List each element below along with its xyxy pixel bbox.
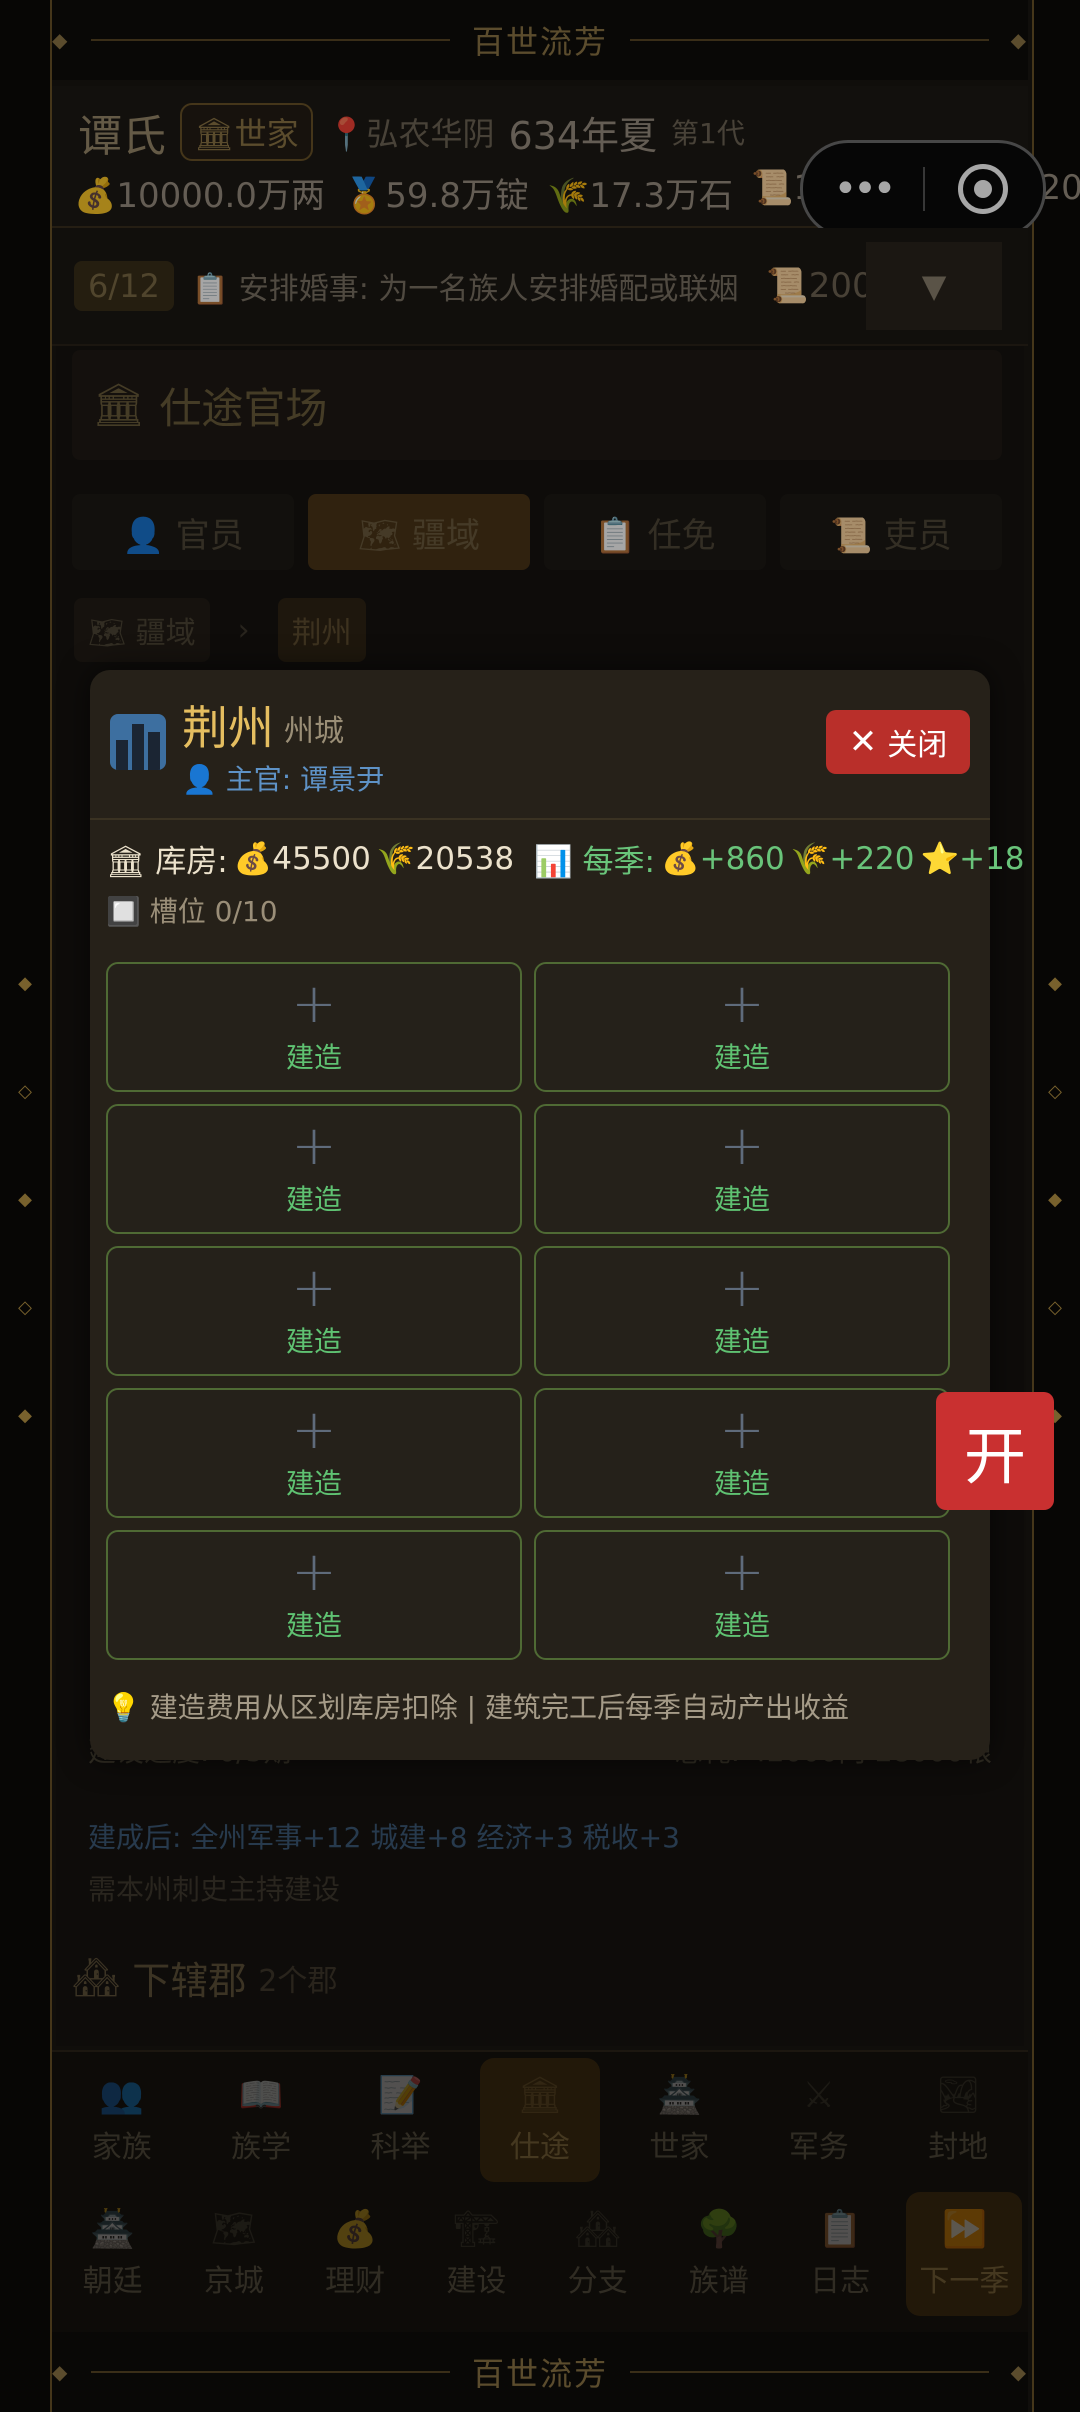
build-slot[interactable]: + 建造 <box>534 1246 950 1376</box>
plus-icon: + <box>719 1256 765 1319</box>
plus-icon: + <box>719 1114 765 1177</box>
city-name: 荆州 <box>182 701 274 755</box>
stock-label: 🏛 库房: <box>106 844 228 880</box>
modal-header: 荆州 州城 👤 主官: 谭景尹 ✕ 关闭 <box>90 670 990 820</box>
season-label: 📊 每季: <box>534 844 655 880</box>
season-star: ⭐+18 <box>920 841 1025 877</box>
close-button[interactable]: ✕ 关闭 <box>826 710 970 774</box>
plus-icon: + <box>291 1256 337 1319</box>
plus-icon: + <box>291 1114 337 1177</box>
plus-icon: + <box>719 972 765 1035</box>
stock-row: 🏛 库房: 💰45500 🌾20538 📊 每季: 💰+860 🌾+220 ⭐+… <box>106 836 1025 881</box>
season-grain: 🌾+220 <box>790 841 915 877</box>
stock-money: 💰45500 <box>233 841 371 877</box>
plus-icon: + <box>719 1398 765 1461</box>
build-slot[interactable]: + 建造 <box>106 1530 522 1660</box>
city-official: 👤 主官: 谭景尹 <box>182 763 385 796</box>
close-icon: ✕ <box>848 722 878 762</box>
plus-icon: + <box>291 1398 337 1461</box>
season-money: 💰+860 <box>661 841 785 877</box>
city-build-modal: 荆州 州城 👤 主官: 谭景尹 ✕ 关闭 🏛 库房: 💰45500 🌾20538… <box>90 670 1025 1760</box>
build-slot[interactable]: + 建造 <box>106 1104 522 1234</box>
slot-count: 🔲 槽位 0/10 <box>106 895 278 928</box>
build-slot[interactable]: + 建造 <box>534 962 950 1092</box>
build-slot[interactable]: + 建造 <box>534 1388 950 1518</box>
cityscape-icon <box>110 714 166 770</box>
build-slot-grid: + 建造 + 建造 + 建造 + 建造 + 建造 + 建造 + 建造 + 建造 + 建造 + 建造 <box>106 962 958 1660</box>
build-slot[interactable]: + 建造 <box>534 1104 950 1234</box>
build-slot[interactable]: + 建造 <box>106 1388 522 1518</box>
build-tip: 💡 建造费用从区划库房扣除 | 建筑完工后每季自动产出收益 <box>106 1691 850 1724</box>
build-slot[interactable]: + 建造 <box>106 1246 522 1376</box>
plus-icon: + <box>291 972 337 1035</box>
build-slot[interactable]: + 建造 <box>534 1530 950 1660</box>
open-floating-button[interactable]: 开 <box>936 1392 1054 1510</box>
plus-icon: + <box>719 1540 765 1603</box>
close-label: 关闭 <box>887 728 948 763</box>
stock-grain: 🌾20538 <box>376 841 515 877</box>
build-slot[interactable]: + 建造 <box>106 962 522 1092</box>
city-type: 州城 <box>284 714 344 749</box>
plus-icon: + <box>291 1540 337 1603</box>
